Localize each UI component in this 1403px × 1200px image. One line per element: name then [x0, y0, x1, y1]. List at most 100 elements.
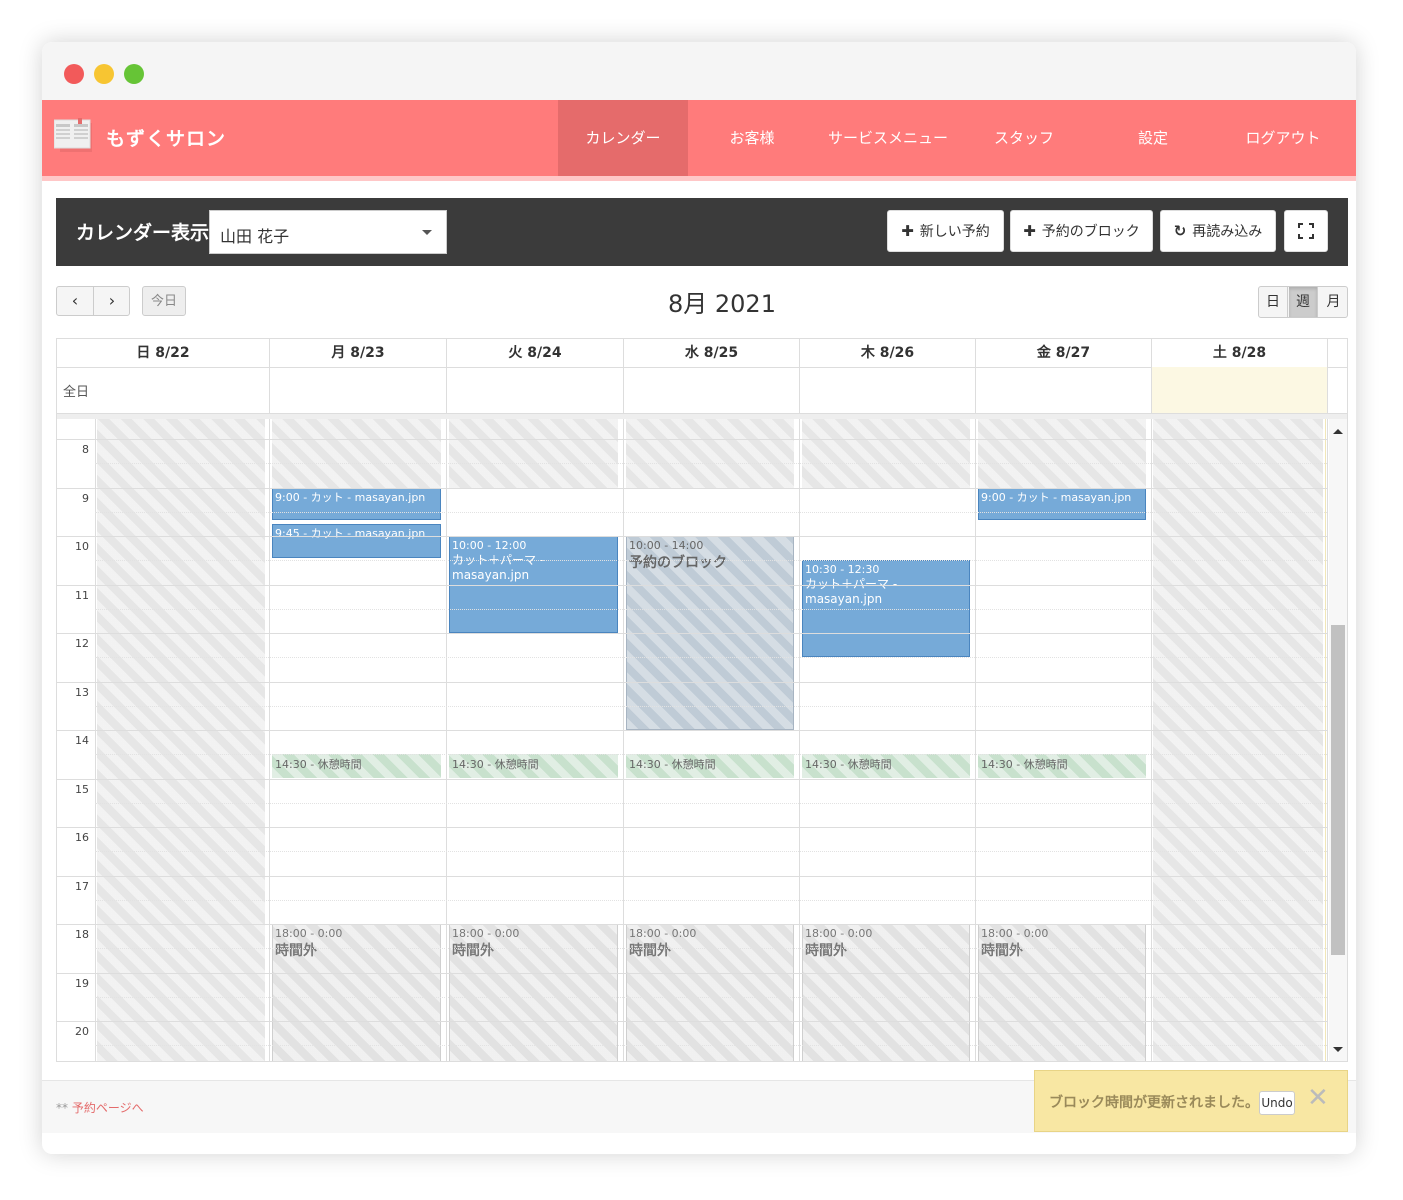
off-hours-time: 18:00 - 0:00 [981, 927, 1049, 940]
allday-cell[interactable] [623, 367, 799, 413]
close-window-button[interactable] [64, 64, 84, 84]
view-switcher: 日 週 月 [1258, 286, 1348, 318]
staff-select[interactable]: 山田 花子 [209, 210, 447, 254]
hour-line [57, 778, 1327, 780]
day-header: 火 8/24 [446, 339, 623, 367]
booking-page-link[interactable]: 予約ページへ [72, 1101, 144, 1115]
day-header: 土 8/28 [1151, 339, 1327, 367]
half-hour-line [95, 657, 1327, 658]
break-event[interactable]: 14:30 - 休憩時間 [272, 754, 441, 779]
prev-week-button[interactable]: ‹ [57, 287, 94, 315]
break-event[interactable]: 14:30 - 休憩時間 [978, 754, 1146, 779]
hour-line [57, 924, 1327, 925]
calendar-toolbar: カレンダー表示 山田 花子 ✚ 新しい予約 ✚ 予約のブロック ↻ 再読み込み [56, 198, 1348, 266]
toast-message: ブロック時間が更新されました。 [1049, 1095, 1259, 1111]
nav-calendar[interactable]: カレンダー [558, 100, 688, 176]
closed-day-shade [97, 419, 265, 1061]
half-hour-line [95, 511, 1327, 513]
prev-next-group: ‹ › [56, 286, 130, 316]
block-label: 予約のブロック [629, 555, 727, 571]
today-column-edge [1325, 419, 1326, 1061]
refresh-icon: ↻ [1173, 222, 1187, 240]
undo-button[interactable]: Undo [1259, 1091, 1295, 1115]
off-hours-time: 18:00 - 0:00 [452, 927, 520, 940]
hour-label: 16 [75, 831, 89, 844]
half-hour-line [95, 899, 1327, 901]
today-button[interactable]: 今日 [142, 286, 186, 316]
hour-label: 13 [75, 685, 89, 699]
allday-cell-today[interactable] [1151, 367, 1327, 413]
maximize-window-button[interactable] [124, 64, 144, 84]
allday-cell[interactable] [975, 367, 1151, 413]
view-month-button[interactable]: 月 [1319, 287, 1348, 317]
block-time: 10:00 - 14:00 [629, 539, 704, 552]
half-hour-line [95, 463, 1327, 464]
half-hour-line [95, 802, 1327, 804]
off-hours-block[interactable]: 18:00 - 0:00 時間外 [626, 924, 794, 1061]
allday-cell[interactable] [799, 367, 975, 413]
hour-line [57, 1021, 1327, 1022]
off-hours-block[interactable]: 18:00 - 0:00 時間外 [978, 924, 1146, 1061]
off-hours-time: 18:00 - 0:00 [629, 927, 697, 940]
off-hours-label: 時間外 [452, 943, 494, 959]
hour-line [57, 681, 1327, 683]
break-event[interactable]: 14:30 - 休憩時間 [449, 754, 618, 779]
day-header: 水 8/25 [623, 339, 799, 367]
before-hours-shade [272, 419, 441, 488]
scroll-down-icon[interactable] [1333, 1047, 1343, 1052]
day-header: 月 8/23 [269, 339, 446, 367]
scrollbar-thumb[interactable] [1331, 625, 1345, 955]
week-calendar: 日 8/22 月 8/23 火 8/24 水 8/25 木 8/26 金 8/2… [56, 338, 1348, 1062]
off-hours-block[interactable]: 18:00 - 0:00 時間外 [272, 924, 441, 1061]
next-week-button[interactable]: › [94, 287, 130, 315]
day-column-line [269, 419, 270, 1061]
nav-service-menu[interactable]: サービスメニュー [816, 100, 960, 176]
day-column-line [623, 419, 624, 1061]
hour-label: 12 [75, 637, 89, 650]
half-hour-line [95, 608, 1327, 610]
view-day-button[interactable]: 日 [1259, 287, 1288, 317]
allday-cell[interactable] [446, 367, 623, 413]
off-hours-block[interactable]: 18:00 - 0:00 時間外 [802, 924, 970, 1061]
new-booking-button[interactable]: ✚ 新しい予約 [887, 210, 1004, 252]
hour-line [57, 730, 1327, 731]
day-column-line [446, 419, 447, 1061]
brand-name[interactable]: もずくサロン [106, 124, 226, 151]
nav-settings[interactable]: 設定 [1088, 100, 1218, 176]
break-event[interactable]: 14:30 - 休憩時間 [626, 754, 794, 779]
allday-label: 全日 [63, 385, 90, 400]
half-hour-line [95, 754, 1327, 755]
half-hour-line [95, 948, 1327, 949]
break-event[interactable]: 14:30 - 休憩時間 [802, 754, 970, 779]
before-hours-shade [978, 419, 1146, 488]
day-header: 木 8/26 [799, 339, 975, 367]
off-hours-block[interactable]: 18:00 - 0:00 時間外 [449, 924, 618, 1061]
allday-gutter [1327, 367, 1347, 413]
reload-button[interactable]: ↻ 再読み込み [1160, 210, 1276, 252]
staff-select-value: 山田 花子 [220, 227, 290, 246]
appointment-event[interactable]: 9:00 - カット - masayan.jpn [978, 487, 1146, 520]
close-icon[interactable]: ✕ [1307, 1085, 1329, 1111]
day-column-line [975, 419, 976, 1061]
scroll-up-icon[interactable] [1333, 429, 1343, 434]
window-titlebar [42, 42, 1356, 100]
toolbar-title: カレンダー表示 [76, 222, 210, 244]
time-grid-scrollbar[interactable] [1329, 419, 1347, 1061]
block-booking-label: 予約のブロック [1041, 224, 1140, 240]
nav-customers[interactable]: お客様 [688, 100, 816, 176]
block-booking-button[interactable]: ✚ 予約のブロック [1010, 210, 1153, 252]
appointment-event[interactable]: 9:45 - カット - masayan.jpn [272, 523, 441, 558]
day-column-line [1327, 419, 1328, 1061]
allday-cell[interactable] [269, 367, 446, 413]
footer-note: ** 予約ページへ [56, 1099, 144, 1116]
chevron-down-icon [422, 230, 432, 235]
day-column-line [1151, 419, 1152, 1061]
view-week-button[interactable]: 週 [1289, 287, 1318, 317]
day-header: 日 8/22 [136, 345, 190, 361]
hour-line [57, 536, 1327, 537]
nav-logout[interactable]: ログアウト [1218, 100, 1348, 176]
minimize-window-button[interactable] [94, 64, 114, 84]
fullscreen-button[interactable] [1284, 210, 1328, 252]
nav-staff[interactable]: スタッフ [960, 100, 1088, 176]
appointment-event[interactable]: 9:00 - カット - masayan.jpn [272, 487, 441, 520]
